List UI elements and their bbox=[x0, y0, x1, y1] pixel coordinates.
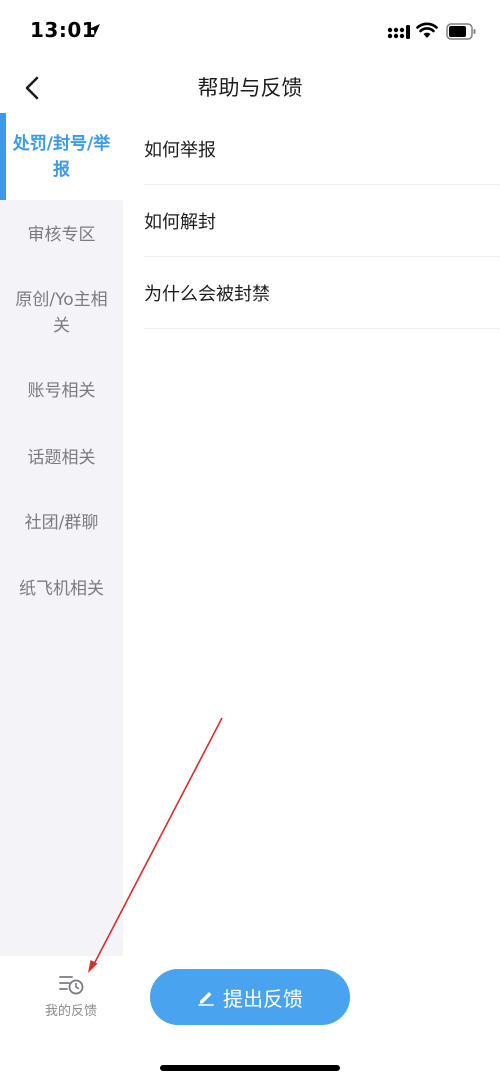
sidebar-item-label: 纸飞机相关 bbox=[19, 579, 104, 599]
faq-item-label: 如何解封 bbox=[144, 211, 216, 233]
faq-item-why-banned[interactable]: 为什么会被封禁 bbox=[144, 257, 500, 329]
faq-item-how-to-unban[interactable]: 如何解封 bbox=[144, 185, 500, 257]
my-feedback-label: 我的反馈 bbox=[44, 1004, 97, 1019]
sidebar-item-label: 处罚/封号/举报 bbox=[12, 133, 111, 180]
sidebar-item-label: 话题相关 bbox=[27, 448, 96, 468]
wifi-icon bbox=[416, 22, 438, 38]
pencil-icon bbox=[198, 992, 214, 1006]
sidebar-item-paper-plane[interactable]: 纸飞机相关 bbox=[0, 556, 123, 622]
sidebar-item-label: 原创/Yo主相关 bbox=[15, 290, 108, 336]
feedback-history-icon bbox=[59, 976, 84, 995]
sidebar-item-review[interactable]: 审核专区 bbox=[0, 200, 123, 270]
submit-feedback-button[interactable]: 提出反馈 bbox=[150, 969, 350, 1025]
sidebar-item-account[interactable]: 账号相关 bbox=[0, 356, 123, 426]
my-feedback-button[interactable]: 我的反馈 bbox=[30, 972, 112, 1024]
home-indicator bbox=[160, 1065, 340, 1071]
location-arrow-icon bbox=[88, 24, 100, 36]
sidebar-item-original[interactable]: 原创/Yo主相关 bbox=[0, 270, 123, 356]
nav-bar: 帮助与反馈 bbox=[0, 64, 500, 112]
cellular-signal-icon bbox=[387, 25, 410, 39]
submit-feedback-label: 提出反馈 bbox=[223, 986, 303, 1011]
sidebar-item-label: 审核专区 bbox=[27, 225, 96, 245]
faq-item-label: 为什么会被封禁 bbox=[144, 283, 270, 305]
sidebar-item-punishment[interactable]: 处罚/封号/举报 bbox=[0, 113, 123, 200]
category-sidebar: 处罚/封号/举报 审核专区 原创/Yo主相关 账号相关 话题相关 社团/群聊 纸… bbox=[0, 113, 123, 956]
sidebar-item-topic[interactable]: 话题相关 bbox=[0, 426, 123, 490]
faq-item-label: 如何举报 bbox=[144, 139, 216, 161]
sidebar-item-label: 账号相关 bbox=[27, 381, 96, 401]
battery-icon bbox=[446, 23, 476, 40]
status-bar: 13:01 bbox=[0, 0, 500, 64]
faq-item-how-to-report[interactable]: 如何举报 bbox=[144, 113, 500, 185]
page-title: 帮助与反馈 bbox=[197, 76, 303, 100]
sidebar-item-label: 社团/群聊 bbox=[24, 513, 99, 533]
sidebar-item-club[interactable]: 社团/群聊 bbox=[0, 490, 123, 556]
active-indicator bbox=[0, 113, 6, 200]
